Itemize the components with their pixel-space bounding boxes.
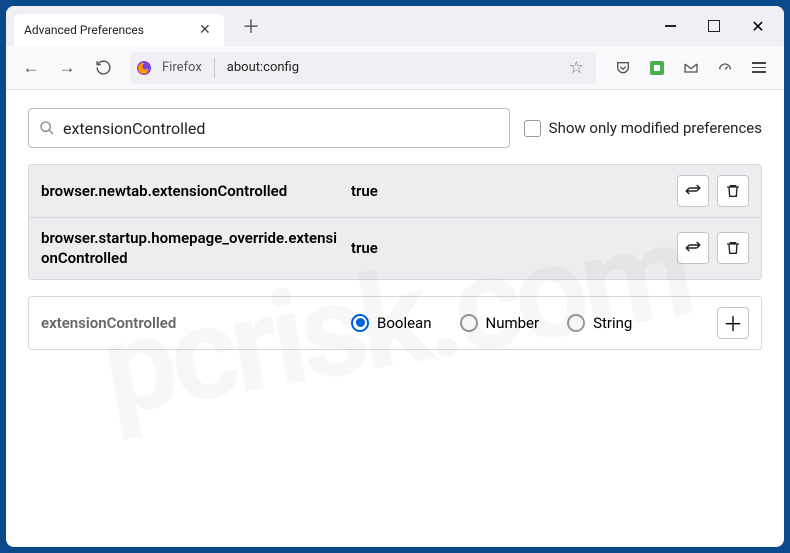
preference-list: browser.newtab.extensionControlled true … bbox=[28, 164, 762, 280]
preference-row: browser.startup.homepage_override.extens… bbox=[29, 217, 761, 279]
toggle-button[interactable] bbox=[677, 232, 709, 264]
preference-key: browser.newtab.extensionControlled bbox=[41, 181, 341, 201]
radio-icon bbox=[460, 314, 478, 332]
url-text: about:config bbox=[227, 60, 557, 75]
firefox-icon bbox=[136, 60, 152, 76]
window-controls: ✕ bbox=[648, 6, 780, 46]
radio-label: Boolean bbox=[377, 314, 432, 332]
new-preference-row: extensionControlled Boolean Number Strin… bbox=[28, 296, 762, 350]
tab-title: Advanced Preferences bbox=[24, 23, 144, 37]
forward-button[interactable]: → bbox=[52, 53, 82, 83]
radio-icon bbox=[351, 314, 369, 332]
mail-icon[interactable] bbox=[676, 53, 706, 83]
radio-label: Number bbox=[486, 314, 540, 332]
search-input[interactable] bbox=[63, 119, 499, 138]
search-row: Show only modified preferences bbox=[28, 108, 762, 148]
active-tab[interactable]: Advanced Preferences ✕ bbox=[14, 14, 224, 46]
type-string-radio[interactable]: String bbox=[567, 314, 632, 332]
delete-button[interactable] bbox=[717, 232, 749, 264]
row-actions bbox=[677, 232, 749, 264]
search-icon bbox=[39, 120, 55, 136]
reload-button[interactable] bbox=[88, 53, 118, 83]
radio-icon bbox=[567, 314, 585, 332]
identity-label: Firefox bbox=[158, 60, 202, 75]
preference-key: browser.startup.homepage_override.extens… bbox=[41, 228, 341, 269]
type-number-radio[interactable]: Number bbox=[460, 314, 540, 332]
show-only-label: Show only modified preferences bbox=[549, 119, 762, 137]
type-boolean-radio[interactable]: Boolean bbox=[351, 314, 432, 332]
bookmark-star-icon[interactable]: ☆ bbox=[563, 58, 590, 78]
navigation-toolbar: ← → Firefox about:config ☆ bbox=[6, 46, 784, 90]
titlebar: Advanced Preferences ✕ ＋ ✕ bbox=[6, 6, 784, 46]
browser-window: Advanced Preferences ✕ ＋ ✕ ← → Firefox a… bbox=[6, 6, 784, 547]
preference-row: browser.newtab.extensionControlled true bbox=[29, 165, 761, 217]
close-window-button[interactable]: ✕ bbox=[736, 10, 780, 42]
config-content: Show only modified preferences browser.n… bbox=[6, 90, 784, 547]
close-tab-icon[interactable]: ✕ bbox=[199, 22, 211, 38]
back-button[interactable]: ← bbox=[16, 53, 46, 83]
newtab-button[interactable]: ＋ bbox=[234, 9, 268, 43]
search-box[interactable] bbox=[28, 108, 510, 148]
delete-button[interactable] bbox=[717, 175, 749, 207]
maximize-button[interactable] bbox=[692, 10, 736, 42]
dashboard-icon[interactable] bbox=[710, 53, 740, 83]
minimize-button[interactable] bbox=[648, 10, 692, 42]
extension-icon[interactable] bbox=[642, 53, 672, 83]
type-radio-group: Boolean Number String bbox=[351, 314, 707, 332]
radio-label: String bbox=[593, 314, 632, 332]
new-preference-key: extensionControlled bbox=[41, 314, 341, 332]
preference-value: true bbox=[351, 239, 667, 257]
address-bar[interactable]: Firefox about:config ☆ bbox=[130, 52, 596, 84]
checkbox-icon bbox=[524, 120, 541, 137]
add-preference-button[interactable]: ＋ bbox=[717, 307, 749, 339]
preference-value: true bbox=[351, 182, 667, 200]
toggle-button[interactable] bbox=[677, 175, 709, 207]
show-only-modified-toggle[interactable]: Show only modified preferences bbox=[524, 119, 762, 137]
toolbar-actions bbox=[608, 53, 774, 83]
row-actions bbox=[677, 175, 749, 207]
pocket-icon[interactable] bbox=[608, 53, 638, 83]
menu-button[interactable] bbox=[744, 53, 774, 83]
urlbar-separator bbox=[214, 58, 215, 78]
